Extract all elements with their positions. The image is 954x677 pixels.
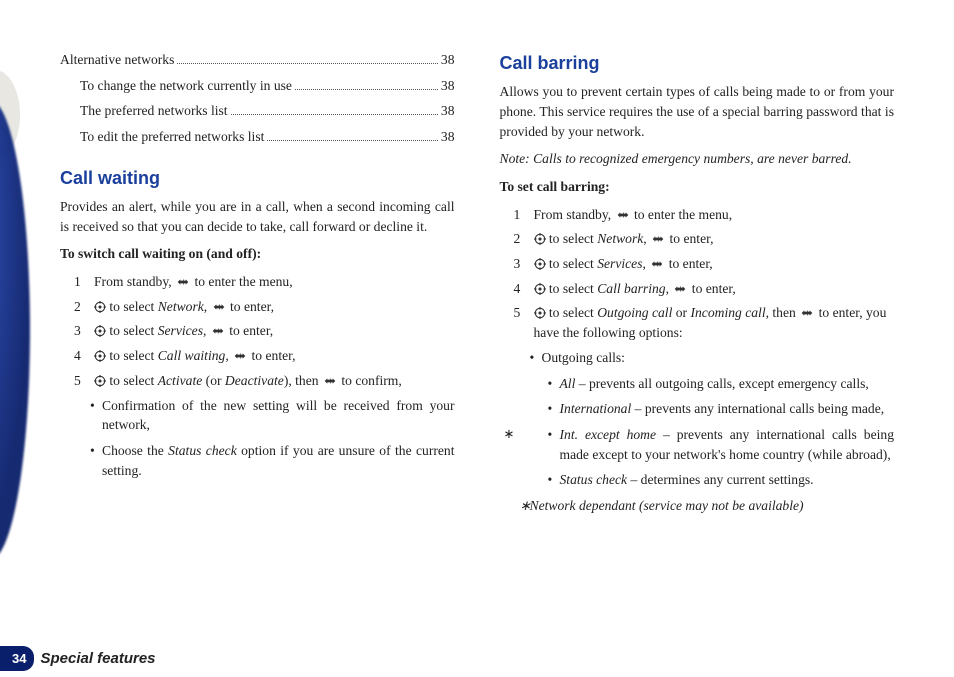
nav-arrow-icon — [210, 325, 226, 337]
toc-page: 38 — [441, 101, 455, 121]
option-name: All — [560, 376, 576, 391]
bullet-sub-item: Status check – determines any current se… — [548, 470, 895, 490]
toc-label: To edit the preferred networks list — [80, 127, 264, 147]
call-barring-level2: All – prevents all outgoing calls, excep… — [500, 374, 895, 491]
bullet-item: Outgoing calls: — [530, 348, 895, 368]
toc-page: 38 — [441, 127, 455, 147]
heading-call-waiting: Call waiting — [60, 165, 455, 191]
target-icon — [534, 258, 546, 270]
step-item: From standby, to enter the menu, — [80, 272, 455, 292]
call-barring-footnote: Network dependant (service may not be av… — [500, 496, 895, 516]
toc-page: 38 — [441, 76, 455, 96]
target-icon — [534, 233, 546, 245]
nav-arrow-icon — [211, 301, 227, 313]
call-waiting-steps: From standby, to enter the menu, to sele… — [60, 272, 455, 391]
menu-name: Deactivate — [225, 373, 284, 388]
call-waiting-subhead: To switch call waiting on (and off): — [60, 244, 455, 264]
bullet-sub-item: All – prevents all outgoing calls, excep… — [548, 374, 895, 394]
menu-name: Services — [597, 256, 642, 271]
nav-arrow-icon — [175, 276, 191, 288]
step-item: to select Call barring, to enter, — [520, 279, 895, 299]
call-barring-note: Note: Calls to recognized emergency numb… — [500, 149, 895, 169]
call-barring-steps: From standby, to enter the menu, to sele… — [500, 205, 895, 343]
nav-arrow-icon — [649, 258, 665, 270]
toc-block: Alternative networks38To change the netw… — [60, 50, 455, 147]
toc-page: 38 — [441, 50, 455, 70]
call-barring-subhead: To set call barring: — [500, 177, 895, 197]
section-title: Special features — [40, 650, 155, 667]
page-number-badge: 34 — [0, 646, 34, 671]
option-name: International — [560, 401, 632, 416]
menu-name: Network — [597, 231, 643, 246]
menu-name: Call waiting — [158, 348, 226, 363]
target-icon — [534, 283, 546, 295]
toc-dots — [267, 140, 438, 141]
nav-arrow-icon — [322, 375, 338, 387]
option-name: Status check — [168, 443, 237, 458]
target-icon — [94, 325, 106, 337]
page-content: Alternative networks38To change the netw… — [0, 0, 954, 610]
toc-label: The preferred networks list — [80, 101, 228, 121]
nav-arrow-icon — [799, 307, 815, 319]
menu-name: Network — [158, 299, 204, 314]
left-column: Alternative networks38To change the netw… — [60, 50, 455, 610]
target-icon — [534, 307, 546, 319]
step-item: to select Outgoing call or Incoming call… — [520, 303, 895, 342]
call-waiting-intro: Provides an alert, while you are in a ca… — [60, 197, 455, 236]
nav-arrow-icon — [672, 283, 688, 295]
target-icon — [94, 301, 106, 313]
call-barring-level1: Outgoing calls: — [500, 348, 895, 368]
menu-name: Incoming call — [690, 305, 765, 320]
step-item: to select Network, to enter, — [80, 297, 455, 317]
heading-call-barring: Call barring — [500, 50, 895, 76]
bullet-sub-item: Int. except home – prevents any internat… — [548, 425, 895, 464]
toc-label: To change the network currently in use — [80, 76, 292, 96]
step-item: to select Services, to enter, — [80, 321, 455, 341]
step-item: to select Activate (or Deactivate), then… — [80, 371, 455, 391]
right-column: Call barring Allows you to prevent certa… — [500, 50, 895, 610]
toc-label: Alternative networks — [60, 50, 174, 70]
menu-name: Activate — [158, 373, 203, 388]
toc-dots — [177, 63, 438, 64]
step-item: to select Call waiting, to enter, — [80, 346, 455, 366]
toc-entry: To edit the preferred networks list 38 — [60, 127, 455, 147]
toc-entry: To change the network currently in use 38 — [60, 76, 455, 96]
target-icon — [94, 375, 106, 387]
menu-name: Services — [158, 323, 203, 338]
bullet-item: Choose the Status check option if you ar… — [90, 441, 455, 480]
step-item: to select Network, to enter, — [520, 229, 895, 249]
toc-entry: The preferred networks list 38 — [60, 101, 455, 121]
toc-dots — [231, 114, 438, 115]
bullet-item: Confirmation of the new setting will be … — [90, 396, 455, 435]
call-barring-intro: Allows you to prevent certain types of c… — [500, 82, 895, 141]
page-footer: 34 Special features — [0, 646, 156, 671]
nav-arrow-icon — [232, 350, 248, 362]
menu-name: Outgoing call — [597, 305, 672, 320]
step-item: to select Services, to enter, — [520, 254, 895, 274]
target-icon — [94, 350, 106, 362]
menu-name: Call barring — [597, 281, 665, 296]
toc-entry: Alternative networks 38 — [60, 50, 455, 70]
call-waiting-bullets: Confirmation of the new setting will be … — [60, 396, 455, 481]
bullet-sub-item: International – prevents any internation… — [548, 399, 895, 419]
toc-dots — [295, 89, 438, 90]
option-name: Status check — [560, 472, 628, 487]
nav-arrow-icon — [615, 209, 631, 221]
option-name: Int. except home — [560, 427, 657, 442]
nav-arrow-icon — [650, 233, 666, 245]
step-item: From standby, to enter the menu, — [520, 205, 895, 225]
